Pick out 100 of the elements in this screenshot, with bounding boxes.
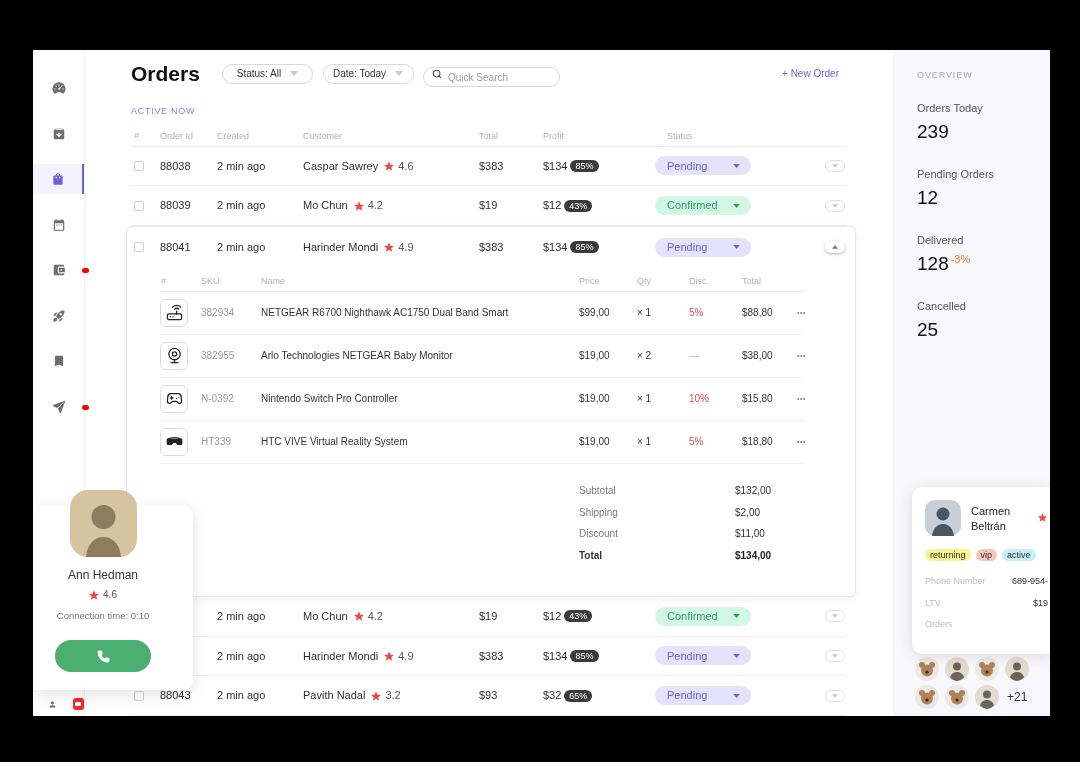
column-header: # xyxy=(160,274,166,288)
summary-label: Subtotal xyxy=(579,484,616,499)
sku: 382934 xyxy=(201,306,235,321)
checkbox[interactable] xyxy=(134,160,144,171)
search-icon xyxy=(432,68,442,79)
paper-plane-icon xyxy=(51,399,66,414)
quantity: × 1 xyxy=(637,435,652,450)
profit-amount: $32 xyxy=(543,688,562,704)
checkbox[interactable] xyxy=(134,200,144,211)
summary-value: $11,00 xyxy=(735,527,765,542)
caret-up-icon xyxy=(832,245,838,250)
star-icon xyxy=(371,690,382,701)
customer-name: Mo Chun xyxy=(303,609,348,625)
avatar-placeholder xyxy=(925,500,961,536)
summary-label: Shipping xyxy=(579,505,618,520)
status-dropdown[interactable]: Pending xyxy=(655,686,751,706)
stat-value: 25 xyxy=(917,319,939,341)
animal-avatar[interactable] xyxy=(915,685,939,709)
order-total: $19 xyxy=(479,609,498,625)
animal-avatar[interactable] xyxy=(975,657,999,681)
created-time: 2 min ago xyxy=(217,240,266,256)
column-header: Customer xyxy=(303,129,342,143)
customer-name: Harinder Mondi xyxy=(303,648,379,664)
unit-price: $19,00 xyxy=(579,435,610,450)
discount: 10% xyxy=(689,392,709,407)
caret-down-icon xyxy=(733,163,740,168)
stat-value: 12 xyxy=(917,187,939,209)
sku: 382955 xyxy=(201,349,235,364)
person-avatar[interactable] xyxy=(975,685,999,709)
more-count[interactable]: +21 xyxy=(1005,688,1029,706)
caret-down-icon xyxy=(395,71,404,77)
column-header: Total xyxy=(479,129,498,143)
order-id: 88038 xyxy=(160,158,191,174)
rating-value: 4.2 xyxy=(367,609,383,625)
order-total: $383 xyxy=(479,240,504,256)
margin-badge: 85% xyxy=(570,159,599,172)
phone-icon xyxy=(96,649,110,663)
margin-badge: 85% xyxy=(570,650,599,662)
section-label: ACTIVE NOW xyxy=(131,105,196,118)
field-label: Orders xyxy=(925,618,953,631)
customer-name: Mo Chun xyxy=(303,198,348,214)
column-header: Price xyxy=(579,274,600,288)
caller-name: Ann Hedman xyxy=(67,567,138,583)
profit-amount: $134 xyxy=(543,648,568,664)
person-avatar[interactable] xyxy=(1005,657,1029,681)
caret-down-icon xyxy=(733,203,740,208)
column-header: Profit xyxy=(543,129,564,143)
summary-value: $132,00 xyxy=(735,484,772,499)
line-total: $38,00 xyxy=(742,349,773,364)
created-time: 2 min ago xyxy=(217,648,266,664)
discount: — xyxy=(689,349,699,364)
tag: active xyxy=(1002,549,1036,561)
customer-name: Carmen Beltrán xyxy=(971,504,1012,534)
created-time: 2 min ago xyxy=(217,198,266,214)
status-dropdown[interactable]: Confirmed xyxy=(655,606,751,626)
page-title: Orders xyxy=(131,63,201,85)
status-dropdown[interactable]: Confirmed xyxy=(655,196,751,216)
status-dropdown[interactable]: Pending xyxy=(655,156,751,176)
star-icon xyxy=(384,651,395,661)
rating-value: 4.6 xyxy=(103,589,117,601)
connection-time: Connection time: 0:10 xyxy=(56,610,150,622)
archive-box-icon xyxy=(51,126,66,141)
margin-badge: 43% xyxy=(564,610,593,623)
caret-down-icon xyxy=(733,245,740,250)
rocket-icon xyxy=(51,308,66,323)
summary-label: Discount xyxy=(579,527,618,542)
stat-label: Delivered xyxy=(917,233,964,247)
new-order-link[interactable]: + New Order xyxy=(782,66,839,82)
checkbox[interactable] xyxy=(134,242,144,253)
search-field[interactable]: Quick Search xyxy=(423,67,560,88)
person-icon[interactable] xyxy=(48,699,57,710)
call-button[interactable] xyxy=(55,640,151,672)
sku: HT339 xyxy=(201,435,231,450)
stat-label: Orders Today xyxy=(917,101,983,115)
product-name: NETGEAR R6700 Nighthawk AC1750 Dual Band Smart xyxy=(261,306,509,321)
wallet-icon xyxy=(51,263,66,277)
column-header: Order Id xyxy=(160,129,193,143)
status-dropdown[interactable]: Pending xyxy=(655,646,751,666)
caret-down-icon xyxy=(832,614,838,619)
person-avatar[interactable] xyxy=(945,657,969,681)
animal-avatar[interactable] xyxy=(945,685,969,709)
created-time: 2 min ago xyxy=(217,609,266,625)
expand-toggle[interactable] xyxy=(825,241,845,254)
order-total: $93 xyxy=(479,688,498,704)
router-icon xyxy=(165,304,183,322)
stat-value: 239 xyxy=(917,121,949,143)
status-dropdown[interactable]: Pending xyxy=(655,237,751,257)
order-id: 88043 xyxy=(160,688,191,704)
customer-name: Harinder Mondi xyxy=(303,240,379,256)
star-icon xyxy=(384,242,395,253)
product-name: HTC VIVE Virtual Reality System xyxy=(261,435,408,450)
caret-down-icon xyxy=(832,654,838,658)
column-header: Qty xyxy=(637,274,651,288)
line-total: $88,80 xyxy=(742,306,773,321)
profit-amount: $12 xyxy=(543,198,562,214)
app-icon[interactable] xyxy=(72,698,84,710)
avatar-placeholder xyxy=(69,490,137,557)
animal-avatar[interactable] xyxy=(915,657,939,681)
summary-value: $134,00 xyxy=(735,548,772,563)
nav-button[interactable] xyxy=(33,164,84,194)
